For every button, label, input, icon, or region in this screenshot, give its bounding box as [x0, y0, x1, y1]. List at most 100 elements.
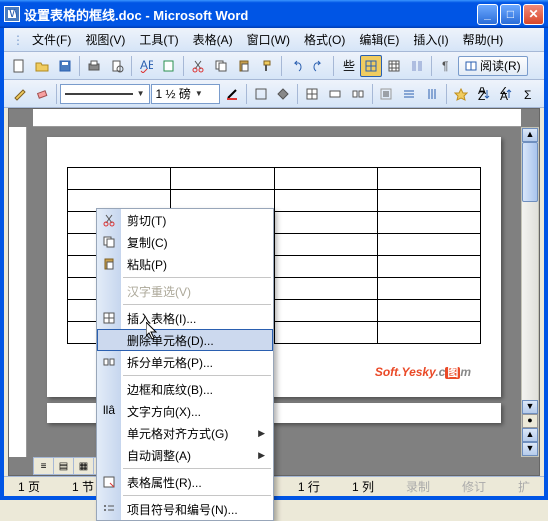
- eraser-icon[interactable]: [31, 83, 53, 105]
- app-icon: W: [4, 6, 20, 22]
- paste-icon[interactable]: [233, 55, 255, 77]
- cm-delete-cells[interactable]: 删除单元格(D)...: [97, 329, 273, 351]
- line-style-combo[interactable]: ▼: [60, 84, 150, 104]
- close-button[interactable]: ✕: [523, 4, 544, 25]
- table-props-icon: [100, 473, 118, 491]
- shading-icon[interactable]: [272, 83, 294, 105]
- menu-window[interactable]: 窗口(W): [241, 29, 296, 50]
- insert-table2-icon[interactable]: [301, 83, 323, 105]
- chinese-layout-icon[interactable]: 些: [337, 55, 359, 77]
- merge-cells-icon[interactable]: [324, 83, 346, 105]
- tables-toolbar: ▼ 1 ½ 磅▼ AZ ZA Σ: [4, 80, 544, 108]
- window-title: 设置表格的框线.doc - Microsoft Word: [24, 5, 477, 24]
- menu-file[interactable]: 文件(F): [26, 29, 77, 50]
- menu-view[interactable]: 视图(V): [79, 29, 131, 50]
- cm-copy[interactable]: 复制(C): [97, 231, 273, 253]
- columns-icon[interactable]: [406, 55, 428, 77]
- cm-cell-align[interactable]: 单元格对齐方式(G)▶: [97, 422, 273, 444]
- status-line: 1 行: [292, 478, 326, 495]
- tables-borders-icon[interactable]: [360, 55, 382, 77]
- svg-text:Σ: Σ: [524, 88, 531, 101]
- show-marks-icon[interactable]: ¶: [435, 55, 457, 77]
- menu-tools[interactable]: 工具(T): [133, 29, 184, 50]
- cm-cut[interactable]: 剪切(T): [97, 209, 273, 231]
- borders-icon[interactable]: [250, 83, 272, 105]
- save-icon[interactable]: [54, 55, 76, 77]
- status-col: 1 列: [346, 478, 380, 495]
- copy-icon: [100, 233, 118, 251]
- status-ext: 扩: [512, 478, 536, 495]
- svg-text:W: W: [9, 9, 17, 19]
- menubar: ⋮ 文件(F) 视图(V) 工具(T) 表格(A) 窗口(W) 格式(O) 编辑…: [4, 28, 544, 52]
- cm-text-direction[interactable]: llâ文字方向(X)...: [97, 400, 273, 422]
- insert-table-icon: [100, 309, 118, 327]
- format-painter-icon[interactable]: [256, 55, 278, 77]
- autoformat-icon[interactable]: [450, 83, 472, 105]
- standard-toolbar: ABC 些 ¶ 阅读(R): [4, 52, 544, 80]
- minimize-button[interactable]: _: [477, 4, 498, 25]
- read-mode-button[interactable]: 阅读(R): [458, 56, 528, 76]
- table-row: [68, 168, 481, 190]
- svg-text:¶: ¶: [442, 59, 448, 73]
- maximize-button[interactable]: □: [500, 4, 521, 25]
- split-cells-icon[interactable]: [347, 83, 369, 105]
- menu-table[interactable]: 表格(A): [187, 29, 239, 50]
- cut-icon[interactable]: [187, 55, 209, 77]
- insert-table-icon[interactable]: [383, 55, 405, 77]
- cm-autofit[interactable]: 自动调整(A)▶: [97, 444, 273, 466]
- vertical-scrollbar[interactable]: ▲▼ ● ▲▼: [521, 127, 539, 457]
- cm-reconvert: 汉字重选(V): [97, 280, 273, 302]
- sort-desc-icon[interactable]: ZA: [495, 83, 517, 105]
- status-rec: 录制: [400, 478, 436, 495]
- print-preview-icon[interactable]: [106, 55, 128, 77]
- cm-paste[interactable]: 粘贴(P): [97, 253, 273, 275]
- research-icon[interactable]: [158, 55, 180, 77]
- web-view-icon[interactable]: ▤: [53, 457, 73, 475]
- cm-split-cells[interactable]: 拆分单元格(P)...: [97, 351, 273, 373]
- menu-edit[interactable]: 编辑(E): [353, 29, 405, 50]
- titlebar: W 设置表格的框线.doc - Microsoft Word _ □ ✕: [0, 0, 548, 28]
- status-page: 1 页: [12, 478, 46, 495]
- text-direction-icon: llâ: [100, 402, 118, 420]
- status-section: 1 节: [66, 478, 100, 495]
- status-rev: 修订: [456, 478, 492, 495]
- line-weight-combo[interactable]: 1 ½ 磅▼: [151, 84, 220, 104]
- document-area: ▲▼ ● ▲▼ Soft.Yesky.c图m ≡ ▤ ▦ ≣ ▭: [8, 108, 540, 476]
- menu-help[interactable]: 帮助(H): [457, 29, 510, 50]
- new-doc-icon[interactable]: [8, 55, 30, 77]
- svg-text:llâ: llâ: [103, 404, 115, 417]
- cm-bullets[interactable]: 项目符号和编号(N)...: [97, 498, 273, 520]
- menu-format[interactable]: 格式(O): [298, 29, 351, 50]
- menubar-handle[interactable]: ⋮: [12, 33, 24, 47]
- copy-icon[interactable]: [210, 55, 232, 77]
- vertical-ruler[interactable]: [9, 127, 27, 457]
- undo-icon[interactable]: [285, 55, 307, 77]
- statusbar: 1 页 1 节 1/1 1 行 1 列 录制 修订 扩: [4, 476, 544, 496]
- spellcheck-icon[interactable]: ABC: [135, 55, 157, 77]
- cm-borders[interactable]: 边框和底纹(B)...: [97, 378, 273, 400]
- horizontal-ruler[interactable]: [33, 109, 521, 127]
- menu-insert[interactable]: 插入(I): [407, 29, 454, 50]
- sort-asc-icon[interactable]: AZ: [473, 83, 495, 105]
- context-menu: 剪切(T) 复制(C) 粘贴(P) 汉字重选(V) 插入表格(I)... 删除单…: [96, 208, 274, 521]
- draw-table-icon[interactable]: [8, 83, 30, 105]
- svg-text:A: A: [500, 89, 508, 101]
- open-icon[interactable]: [31, 55, 53, 77]
- autosum-icon[interactable]: Σ: [518, 83, 540, 105]
- print-layout-icon[interactable]: ▦: [73, 457, 93, 475]
- cut-icon: [100, 211, 118, 229]
- redo-icon[interactable]: [308, 55, 330, 77]
- cm-table-props[interactable]: 表格属性(R)...: [97, 471, 273, 493]
- bullets-icon: [100, 500, 118, 518]
- watermark: Soft.Yesky.c图m: [375, 364, 471, 381]
- cm-insert-table[interactable]: 插入表格(I)...: [97, 307, 273, 329]
- distribute-cols-icon[interactable]: [421, 83, 443, 105]
- svg-text:些: 些: [343, 59, 355, 73]
- svg-text:Z: Z: [478, 89, 485, 101]
- border-color-icon[interactable]: [221, 83, 243, 105]
- split-cells-icon: [100, 353, 118, 371]
- align-icon[interactable]: [376, 83, 398, 105]
- normal-view-icon[interactable]: ≡: [33, 457, 53, 475]
- print-icon[interactable]: [83, 55, 105, 77]
- distribute-rows-icon[interactable]: [398, 83, 420, 105]
